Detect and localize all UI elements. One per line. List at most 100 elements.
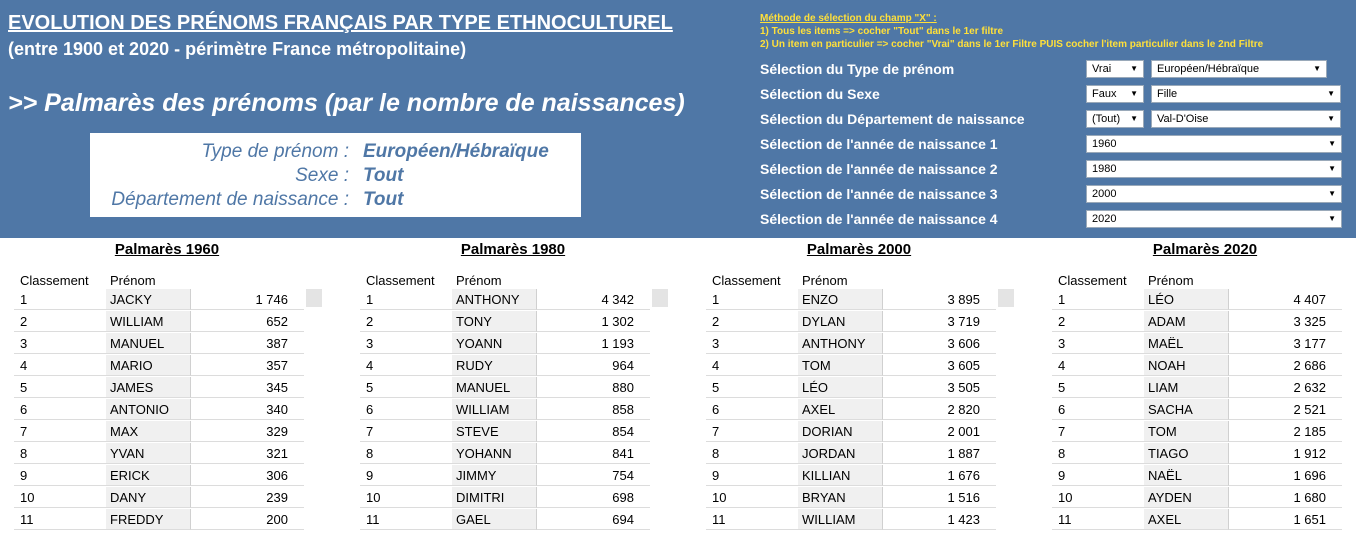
filter-row-type: Sélection du Type de prénom Vrai ▼ Europé…	[760, 60, 1350, 82]
table-title: Palmarès 2020	[1152, 241, 1258, 258]
method-line-1: 1) Tous les items => cocher "Tout" dans …	[760, 26, 1004, 37]
prenom-cell: TIAGO	[1144, 443, 1228, 464]
prenom-cell: JACKY	[106, 289, 190, 310]
rank-cell: 8	[706, 443, 798, 464]
prenom-cell: DYLAN	[798, 311, 882, 332]
naissances-cell: 652	[190, 311, 304, 332]
flag-value: (Tout)	[1092, 113, 1121, 125]
prenom-cell: BRYAN	[798, 487, 882, 508]
rank-cell: 4	[360, 355, 452, 376]
method-line-2: 2) Un item en particulier => cocher "Vra…	[760, 39, 1264, 50]
rank-cell: 6	[706, 399, 798, 420]
rank-cell: 5	[706, 377, 798, 398]
prenom-cell: WILLIAM	[452, 399, 536, 420]
chevron-down-icon: ▼	[1328, 214, 1336, 223]
rank-cell: 7	[14, 421, 106, 442]
prenom-cell: AXEL	[1144, 509, 1228, 530]
filter-label: Sélection du Département de naissance	[760, 111, 1025, 127]
rank-cell: 11	[1052, 509, 1144, 530]
rank-cell: 10	[706, 487, 798, 508]
prenom-cell: WILLIAM	[106, 311, 190, 332]
dropdown-value: 2020	[1092, 213, 1117, 225]
dropdown-value: Val-D'Oise	[1157, 113, 1209, 125]
chevron-down-icon: ▼	[1313, 64, 1321, 73]
table-title: Palmarès 1960	[114, 241, 220, 258]
annee-1-dropdown[interactable]: 1960 ▼	[1086, 135, 1342, 153]
rank-cell: 3	[706, 333, 798, 354]
column-header-classement: Classement	[20, 273, 89, 288]
flag-dropdown[interactable]: (Tout) ▼	[1086, 110, 1144, 128]
departement-dropdown[interactable]: Val-D'Oise ▼	[1151, 110, 1341, 128]
naissances-cell: 200	[190, 509, 304, 530]
rank-cell: 4	[14, 355, 106, 376]
annee-4-dropdown[interactable]: 2020 ▼	[1086, 210, 1342, 228]
filter-row-annee-3: Sélection de l'année de naissance 3 2000…	[760, 185, 1350, 207]
naissances-cell: 964	[536, 355, 650, 376]
naissances-cell: 1 912	[1228, 443, 1342, 464]
prenom-cell: MAX	[106, 421, 190, 442]
summary-label: Type de prénom :	[201, 141, 349, 162]
flag-dropdown[interactable]: Faux ▼	[1086, 85, 1144, 103]
column-header-classement: Classement	[1058, 273, 1127, 288]
naissances-cell: 841	[536, 443, 650, 464]
prenom-cell: YOHANN	[452, 443, 536, 464]
prenom-cell: KILLIAN	[798, 465, 882, 486]
prenom-cell: NOAH	[1144, 355, 1228, 376]
rank-cell: 7	[360, 421, 452, 442]
rank-cell: 6	[14, 399, 106, 420]
column-header-prenom: Prénom	[802, 273, 848, 288]
naissances-cell: 306	[190, 465, 304, 486]
chevron-down-icon: ▼	[1130, 64, 1138, 73]
dropdown-value: 1960	[1092, 138, 1117, 150]
rank-cell: 8	[360, 443, 452, 464]
rank-cell: 3	[1052, 333, 1144, 354]
naissances-cell: 694	[536, 509, 650, 530]
annee-3-dropdown[interactable]: 2000 ▼	[1086, 185, 1342, 203]
prenom-cell: TONY	[452, 311, 536, 332]
column-header-prenom: Prénom	[110, 273, 156, 288]
chevron-down-icon: ▼	[1327, 89, 1335, 98]
flag-value: Vrai	[1092, 63, 1112, 75]
prenom-cell: ANTONIO	[106, 399, 190, 420]
table-scrollbar[interactable]	[306, 289, 322, 307]
prenom-cell: DIMITRI	[452, 487, 536, 508]
rank-cell: 5	[360, 377, 452, 398]
sexe-dropdown[interactable]: Fille ▼	[1151, 85, 1341, 103]
prenom-cell: YOANN	[452, 333, 536, 354]
naissances-cell: 2 686	[1228, 355, 1342, 376]
rank-cell: 6	[360, 399, 452, 420]
filter-label: Sélection de l'année de naissance 3	[760, 186, 998, 202]
naissances-cell: 1 423	[882, 509, 996, 530]
rank-cell: 9	[360, 465, 452, 486]
type-dropdown[interactable]: Européen/Hébraïque ▼	[1151, 60, 1327, 78]
dropdown-value: Européen/Hébraïque	[1157, 63, 1260, 75]
naissances-cell: 2 001	[882, 421, 996, 442]
column-header-classement: Classement	[366, 273, 435, 288]
rank-cell: 5	[14, 377, 106, 398]
naissances-cell: 1 887	[882, 443, 996, 464]
summary-value: Tout	[363, 189, 404, 210]
column-header-prenom: Prénom	[1148, 273, 1194, 288]
naissances-cell: 239	[190, 487, 304, 508]
filter-row-departement: Sélection du Département de naissance (T…	[760, 110, 1350, 132]
rank-cell: 10	[360, 487, 452, 508]
page-subtitle: (entre 1900 et 2020 - périmètre France m…	[8, 39, 467, 59]
table-scrollbar[interactable]	[652, 289, 668, 307]
prenom-cell: ANTHONY	[798, 333, 882, 354]
prenom-cell: SACHA	[1144, 399, 1228, 420]
palmares-heading: >> Palmarès des prénoms (par le nombre d…	[8, 89, 685, 117]
rank-cell: 10	[14, 487, 106, 508]
naissances-cell: 1 516	[882, 487, 996, 508]
annee-2-dropdown[interactable]: 1980 ▼	[1086, 160, 1342, 178]
table-scrollbar[interactable]	[998, 289, 1014, 307]
chevron-down-icon: ▼	[1130, 89, 1138, 98]
flag-dropdown[interactable]: Vrai ▼	[1086, 60, 1144, 78]
filter-label: Sélection du Type de prénom	[760, 61, 955, 77]
filter-row-annee-4: Sélection de l'année de naissance 4 2020…	[760, 210, 1350, 232]
filter-row-annee-2: Sélection de l'année de naissance 2 1980…	[760, 160, 1350, 182]
naissances-cell: 357	[190, 355, 304, 376]
table-title: Palmarès 1980	[460, 241, 566, 258]
naissances-cell: 4 407	[1228, 289, 1342, 310]
selection-summary-box: Type de prénom : Européen/Hébraïque Sexe…	[90, 133, 581, 217]
summary-label: Département de naissance :	[111, 189, 349, 210]
